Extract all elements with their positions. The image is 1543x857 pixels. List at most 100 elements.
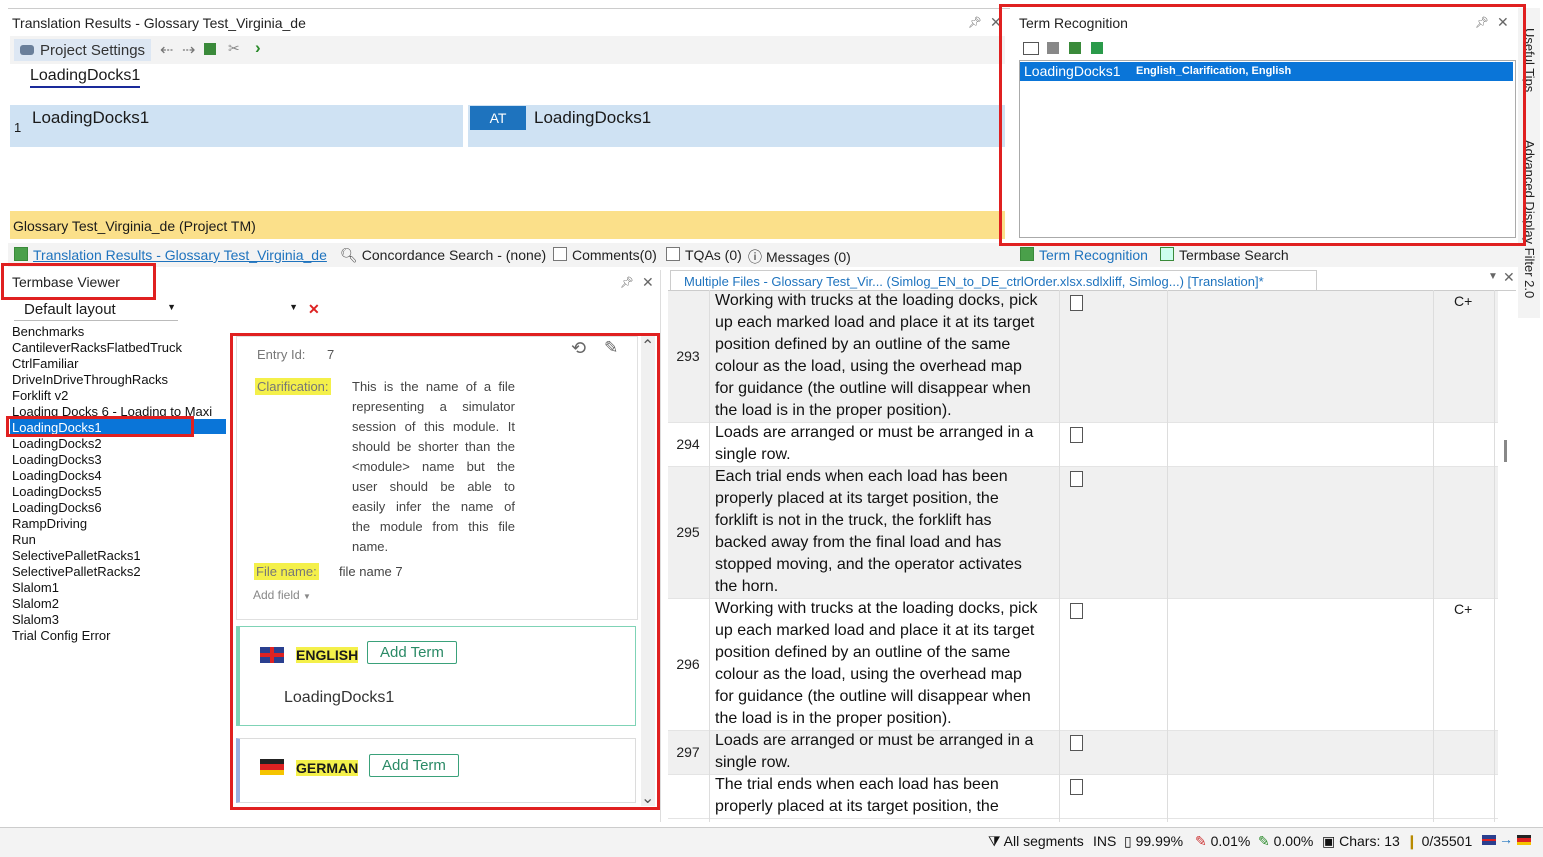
termbase-entry[interactable]: LoadingDocks2 [12,436,102,451]
termbase-entry[interactable]: LoadingDocks4 [12,468,102,483]
status-filter-label: All segments [1003,833,1084,849]
tm-name: Glossary Test_Virginia_de (Project TM) [13,218,256,234]
tab-messages[interactable]: ⓘ Messages (0) [748,247,851,267]
termbase-entry[interactable]: LoadingDocks6 [12,500,102,515]
termbase-entry[interactable]: Benchmarks [12,324,84,339]
termbase-entry[interactable]: RampDriving [12,516,87,531]
tab-tqas-label: TQAs (0) [685,247,742,263]
comments-icon [553,247,567,261]
status-mode: INS [1093,833,1117,849]
termbase-entry[interactable]: CantileverRacksFlatbedTruck [12,340,182,355]
status-pct-1-value: 99.99% [1135,833,1184,849]
segment-line: single row. [715,446,791,463]
tab-comments-label: Comments(0) [572,247,657,263]
termbase-search-icon [1160,247,1174,261]
tab-translation-results-label: Translation Results - Glossary Test_Virg… [33,247,327,263]
termbase-entry[interactable]: Forklift v2 [12,388,68,403]
add-to-termbase-icon[interactable] [204,43,216,55]
termbase-entry[interactable]: LoadingDocks5 [12,484,102,499]
termbase-entry[interactable]: Run [12,532,36,547]
segment-line: properly placed at its target position, … [715,490,999,507]
segment-row[interactable]: 295 Each trial ends when each load has be… [668,467,1498,599]
termbase-entry[interactable]: DriveInDriveThroughRacks [12,372,168,387]
project-settings-label: Project Settings [40,41,146,59]
tab-termbase-search-label: Termbase Search [1179,247,1289,263]
termbase-entry[interactable]: Slalom3 [12,612,59,627]
segment-number: 293 [676,348,700,364]
annotation-box-selected-entry [6,416,194,437]
segment-line: single row. [715,754,791,771]
status-filter[interactable]: ⧩ All segments [988,833,1084,850]
status-count: ❙ 0/35501 [1406,833,1472,850]
segment-line: up each marked load and place it at its … [715,622,1035,639]
termbase-entry[interactable]: Trial Config Error [12,628,110,643]
tab-term-recognition[interactable]: Term Recognition [1020,247,1148,263]
close-icon[interactable]: ✕ [1503,269,1515,286]
translation-results-title: Translation Results - Glossary Test_Virg… [12,15,306,31]
termbase-entry[interactable]: LoadingDocks3 [12,452,102,467]
editor-menu-icon[interactable]: ▼ [1488,271,1498,282]
tab-concordance[interactable]: 🔍︎ Concordance Search - (none) [340,247,546,264]
segment-line: Loads are arranged or must be arranged i… [715,424,1034,441]
close-icon[interactable]: ✕ [642,274,654,291]
tab-translation-results[interactable]: Translation Results - Glossary Test_Virg… [14,247,327,263]
next-icon[interactable]: › [255,38,261,58]
segment-source: Loads are arranged or must be arranged i… [715,730,1057,774]
concordance-icon: 🔍︎ [340,247,358,263]
tab-concordance-label: Concordance Search - (none) [361,247,547,263]
status-pct-1: ▯ 99.99% [1124,833,1183,850]
segment-line: Each trial ends when each load has been [715,468,1008,485]
termbase-entry[interactable]: CtrlFamiliar [12,356,78,371]
editor-scroll-thumb[interactable] [1504,440,1507,462]
tab-comments[interactable]: Comments(0) [553,247,657,263]
target-language-flag-icon [1517,835,1531,845]
segment-source: Loads are arranged or must be arranged i… [715,422,1057,466]
status-chars-value: Chars: 13 [1339,833,1400,849]
segment-number: 296 [676,656,700,672]
status-pct-2-value: 0.01% [1210,833,1251,849]
termbase-entry[interactable]: SelectivePalletRacks2 [12,564,141,579]
filter-icon: ⧩ [988,833,1001,849]
segment-line: forklift is not in the truck, the forkli… [715,512,992,529]
segment-line: colour as the load, using the overhead m… [715,666,1022,683]
col-line-5 [1494,290,1495,822]
tab-tqas[interactable]: TQAs (0) [666,247,742,263]
pin-icon[interactable]: 📌︎ [620,276,634,289]
project-settings-button[interactable]: Project Settings [14,39,152,61]
termbase-entry[interactable]: Slalom1 [12,580,59,595]
filter-select[interactable]: ▼ [185,300,300,320]
chars-icon: ▣ [1322,833,1336,849]
segment-row[interactable]: 296 Working with trucks at the loading do… [668,599,1498,731]
col-line-2 [1059,290,1060,822]
segment-line: stopped moving, and the operator activat… [715,556,1022,573]
segment-row[interactable]: 294 Loads are arranged or must be arrange… [668,423,1498,467]
document-icon [1070,295,1083,311]
termbase-entry[interactable]: SelectivePalletRacks1 [12,548,141,563]
segment-status: C+ [1454,601,1473,617]
editor-title: Multiple Files - Glossary Test_Vir... (S… [684,274,1264,289]
forward-arrow-icon[interactable]: ⇢ [182,40,195,60]
layout-select[interactable]: Default layout ▼ [14,300,178,321]
layout-select-value: Default layout [24,301,116,318]
segment-number: 295 [676,524,700,540]
termbase-entry[interactable]: Slalom2 [12,596,59,611]
segment-row[interactable]: 297 Loads are arranged or must be arrange… [668,731,1498,775]
status-chars: ▣ Chars: 13 [1322,833,1400,850]
term-recognition-icon [1020,247,1034,261]
segment-row[interactable]: The trial ends when each load has been pr… [668,775,1498,819]
back-arrow-icon[interactable]: ⇠ [160,40,173,60]
segment-line: Working with trucks at the loading docks… [715,292,1038,309]
segment-row[interactable]: 293 Working with trucks at the loading do… [668,291,1498,423]
tools-icon[interactable]: ✂ [228,40,240,57]
pin-icon[interactable]: 📌︎ [968,16,982,29]
annotation-box-term-recognition [999,4,1526,246]
clear-filter-icon[interactable]: ✕ [308,301,320,318]
document-icon: ▯ [1124,833,1132,849]
document-icon [1070,427,1083,443]
segment-number: 294 [676,436,700,452]
tab-termbase-search[interactable]: Termbase Search [1160,247,1289,263]
document-icon [1070,603,1083,619]
segment-line: properly placed at its target position, … [715,798,999,815]
annotation-box-termbase-viewer [1,263,156,300]
editor-tab[interactable]: Multiple Files - Glossary Test_Vir... (S… [670,270,1317,291]
